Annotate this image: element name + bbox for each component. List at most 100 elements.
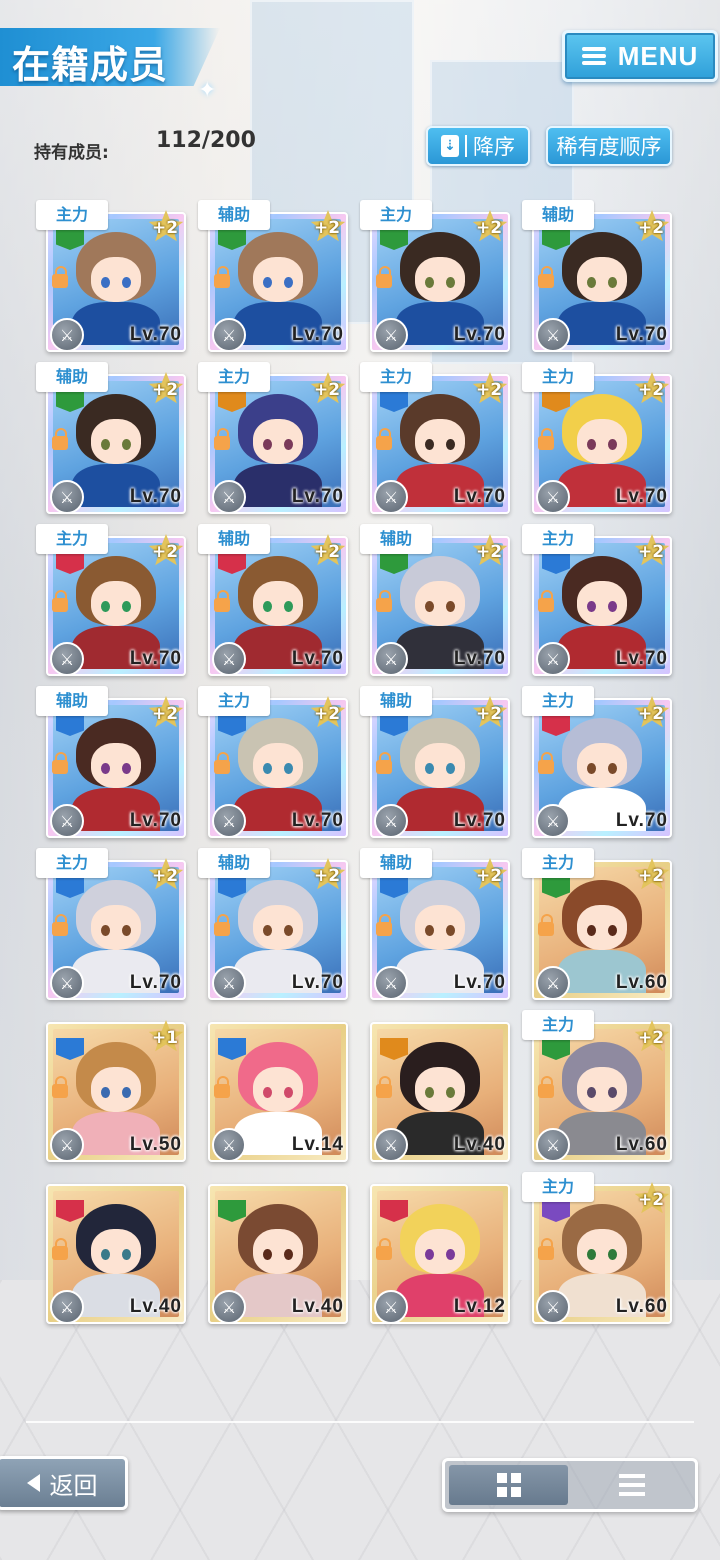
page-title: 在籍成员 [12, 43, 169, 87]
member-card[interactable]: +2 ⚔ Lv.60 主力 [522, 1172, 672, 1324]
lock-icon [376, 914, 392, 936]
star-rank-value: +2 [151, 218, 179, 238]
member-level: Lv.70 [453, 486, 506, 507]
skill-type-icon: ⚔ [536, 966, 570, 1000]
owned-members-label: 持有成员: [34, 143, 109, 163]
member-card[interactable]: +2 ⚔ Lv.70 主力 [198, 686, 348, 838]
member-level: Lv.70 [129, 972, 182, 993]
member-card[interactable]: +2 ⚔ Lv.70 辅助 [360, 686, 510, 838]
lock-icon [538, 914, 554, 936]
member-card[interactable]: +2 ⚔ Lv.70 辅助 [36, 686, 186, 838]
member-card[interactable]: +1 ⚔ Lv.50 [46, 1010, 186, 1162]
member-card[interactable]: +2 ⚔ Lv.70 辅助 [198, 200, 348, 352]
lock-icon [538, 1238, 554, 1260]
member-level: Lv.70 [453, 810, 506, 831]
sort-descending-icon: ⇣ [441, 135, 459, 157]
list-view-button[interactable] [572, 1465, 691, 1505]
star-rank-value: +2 [151, 380, 179, 400]
skill-type-icon: ⚔ [50, 1128, 84, 1162]
member-card[interactable]: +2 ⚔ Lv.60 主力 [522, 848, 672, 1000]
star-rank-value: +2 [637, 1028, 665, 1048]
member-level: Lv.70 [615, 810, 668, 831]
skill-type-icon: ⚔ [50, 480, 84, 514]
member-card[interactable]: +2 ⚔ Lv.70 主力 [522, 362, 672, 514]
member-card[interactable]: ⚔ Lv.12 [370, 1172, 510, 1324]
lock-icon [214, 266, 230, 288]
skill-type-icon: ⚔ [50, 1290, 84, 1324]
member-card[interactable]: +2 ⚔ Lv.70 辅助 [36, 362, 186, 514]
role-tag: 主力 [522, 524, 594, 554]
lock-icon [214, 428, 230, 450]
lock-icon [376, 1076, 392, 1098]
member-card[interactable]: +2 ⚔ Lv.60 主力 [522, 1010, 672, 1162]
member-level: Lv.70 [453, 972, 506, 993]
member-level: Lv.40 [291, 1296, 344, 1317]
role-tag: 辅助 [360, 686, 432, 716]
member-card[interactable]: +2 ⚔ Lv.70 辅助 [198, 848, 348, 1000]
member-level: Lv.70 [291, 486, 344, 507]
back-button[interactable]: 返回 [0, 1456, 128, 1510]
sparkle-icon: ✦ [198, 78, 217, 103]
sort-by-rarity-button[interactable]: 稀有度顺序 [546, 126, 672, 166]
grid-view-button[interactable] [449, 1465, 568, 1505]
member-level: Lv.40 [453, 1134, 506, 1155]
skill-type-icon: ⚔ [536, 318, 570, 352]
member-card[interactable]: ⚔ Lv.14 [208, 1010, 348, 1162]
sort-order-button[interactable]: ⇣ 降序 [426, 126, 530, 166]
star-rank-value: +2 [637, 218, 665, 238]
star-rank-value: +2 [313, 380, 341, 400]
lock-icon [538, 428, 554, 450]
member-card[interactable]: +2 ⚔ Lv.70 主力 [36, 200, 186, 352]
star-rank-value: +2 [151, 704, 179, 724]
role-tag: 主力 [522, 1172, 594, 1202]
member-card[interactable]: +2 ⚔ Lv.70 主力 [36, 848, 186, 1000]
member-level: Lv.70 [615, 486, 668, 507]
role-tag: 辅助 [360, 848, 432, 878]
star-rank-value: +2 [151, 866, 179, 886]
member-card[interactable]: +2 ⚔ Lv.70 辅助 [360, 524, 510, 676]
member-card[interactable]: ⚔ Lv.40 [208, 1172, 348, 1324]
member-card[interactable]: ⚔ Lv.40 [370, 1010, 510, 1162]
member-level: Lv.70 [291, 648, 344, 669]
member-card[interactable]: +2 ⚔ Lv.70 主力 [198, 362, 348, 514]
member-card[interactable]: +2 ⚔ Lv.70 主力 [522, 524, 672, 676]
skill-type-icon: ⚔ [536, 1290, 570, 1324]
member-level: Lv.70 [453, 648, 506, 669]
star-rank-value: +2 [313, 218, 341, 238]
member-card[interactable]: +2 ⚔ Lv.70 辅助 [522, 200, 672, 352]
skill-type-icon: ⚔ [536, 480, 570, 514]
member-card[interactable]: +2 ⚔ Lv.70 辅助 [360, 848, 510, 1000]
star-rank-value: +1 [151, 1028, 179, 1048]
member-card[interactable]: +2 ⚔ Lv.70 主力 [360, 200, 510, 352]
menu-button[interactable]: MENU [562, 30, 718, 82]
member-card[interactable]: ⚔ Lv.40 [46, 1172, 186, 1324]
lock-icon [214, 752, 230, 774]
skill-type-icon: ⚔ [374, 318, 408, 352]
lock-icon [214, 590, 230, 612]
lock-icon [538, 1076, 554, 1098]
star-rank-value: +2 [475, 542, 503, 562]
member-card[interactable]: +2 ⚔ Lv.70 辅助 [198, 524, 348, 676]
role-tag: 辅助 [360, 524, 432, 554]
member-level: Lv.70 [615, 324, 668, 345]
member-level: Lv.50 [129, 1134, 182, 1155]
member-level: Lv.70 [291, 810, 344, 831]
skill-type-icon: ⚔ [212, 642, 246, 676]
lock-icon [376, 590, 392, 612]
lock-icon [538, 590, 554, 612]
role-tag: 辅助 [36, 362, 108, 392]
member-card[interactable]: +2 ⚔ Lv.70 主力 [36, 524, 186, 676]
skill-type-icon: ⚔ [374, 480, 408, 514]
member-level: Lv.40 [129, 1296, 182, 1317]
role-tag: 辅助 [198, 524, 270, 554]
star-rank-value: +2 [637, 866, 665, 886]
role-tag: 主力 [360, 362, 432, 392]
star-rank-value: +2 [151, 542, 179, 562]
member-level: Lv.70 [129, 486, 182, 507]
member-level: Lv.70 [129, 324, 182, 345]
lock-icon [376, 266, 392, 288]
owned-members-count: 112/200 [156, 128, 256, 153]
lock-icon [52, 428, 68, 450]
member-card[interactable]: +2 ⚔ Lv.70 主力 [522, 686, 672, 838]
member-card[interactable]: +2 ⚔ Lv.70 主力 [360, 362, 510, 514]
